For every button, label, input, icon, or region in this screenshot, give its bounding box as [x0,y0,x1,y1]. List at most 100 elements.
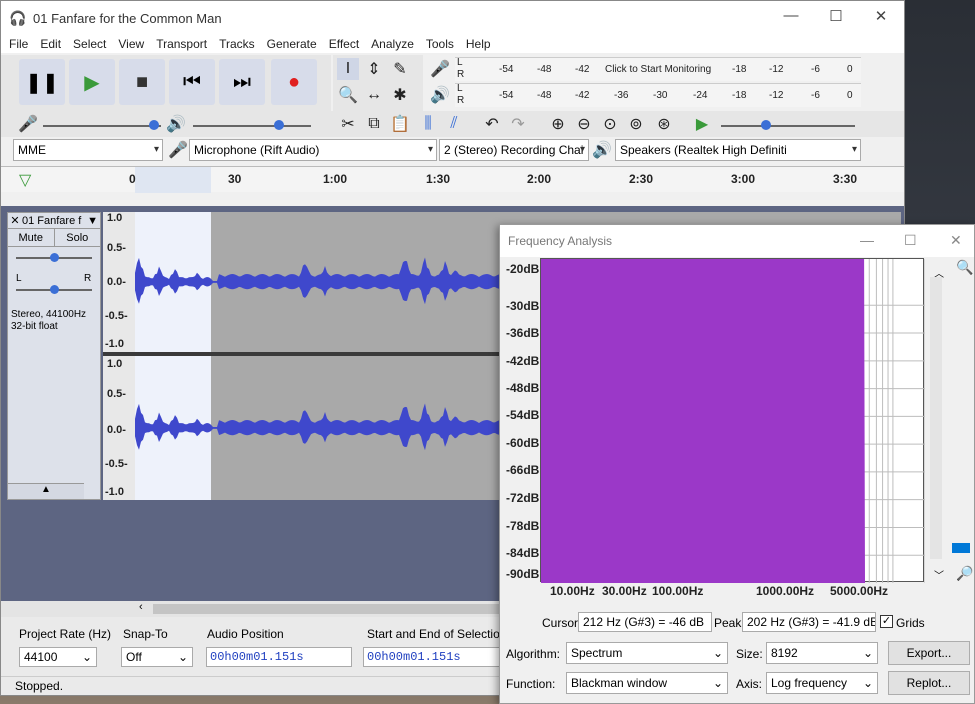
freq-label: 30.00Hz [602,584,647,598]
algorithm-select[interactable]: Spectrum ⌄ [566,642,728,664]
record-meter-icon[interactable]: 🎤 [429,58,451,80]
monitoring-prompt[interactable]: Click to Start Monitoring [605,64,711,75]
close-track-icon[interactable]: ✕ [8,214,22,227]
silence-icon[interactable]: ⫽ [443,113,465,135]
playback-volume-thumb[interactable] [274,120,284,130]
menu-select[interactable]: Select [73,37,106,51]
playback-meter[interactable]: L R -54 -48 -42 -36 -30 -24 -18 -12 -6 0 [455,83,861,107]
menu-help[interactable]: Help [466,37,491,51]
audio-position-field[interactable]: 00h00m01.151s [206,647,352,667]
cut-icon[interactable]: ✂ [337,113,359,135]
zoom-toggle-icon[interactable]: ⊛ [653,113,675,135]
menu-tools[interactable]: Tools [426,37,454,51]
undo-icon[interactable]: ↶ [481,113,503,135]
zoom-in-icon[interactable]: ⊕ [547,113,569,135]
solo-button[interactable]: Solo [55,229,101,246]
scroll-left-icon[interactable]: ‹ [139,601,143,613]
record-button[interactable]: ● [271,59,317,105]
stop-button[interactable]: ■ [119,59,165,105]
meter-tick: 0 [847,64,853,75]
skip-end-button[interactable]: ⏭ [219,59,265,105]
play-at-speed-icon[interactable]: ▶ [691,113,713,135]
size-select[interactable]: 8192 ⌄ [766,642,878,664]
play-speed-thumb[interactable] [761,120,771,130]
meter-tick: -30 [653,90,668,101]
maximize-icon[interactable]: ☐ [904,232,917,249]
paste-icon[interactable]: 📋 [389,113,411,135]
pan-thumb[interactable] [50,285,59,294]
close-icon[interactable]: ✕ [950,232,962,249]
zoom-out-icon[interactable]: 🔎 [956,565,973,582]
envelope-tool-icon[interactable]: ⇕ [363,58,385,80]
record-volume-slider[interactable] [43,125,161,127]
maximize-icon[interactable]: ☐ [816,7,856,25]
scroll-thumb[interactable] [153,604,513,614]
meter-tick: -12 [769,90,784,101]
chevron-down-icon: ⌄ [81,650,92,664]
selection-start-field[interactable]: 00h00m01.151s [363,647,503,667]
export-button[interactable]: Export... [888,641,970,665]
tools-toolbar: I ⇕ ✎ 🔍 ↔ ✱ [333,55,423,111]
window-title: 01 Fanfare for the Common Man [33,10,222,26]
pause-button[interactable]: ❚❚ [19,59,65,105]
zoom-slider-track[interactable] [930,277,942,559]
db-label: -42dB [506,354,540,368]
zoom-slider-thumb[interactable] [952,543,970,553]
menu-transport[interactable]: Transport [156,37,207,51]
zoom-out-icon[interactable]: ⊖ [573,113,595,135]
replot-button[interactable]: Replot... [888,671,970,695]
close-icon[interactable]: ✕ [861,7,901,25]
skip-start-button[interactable]: ⏮ [169,59,215,105]
scroll-down-icon[interactable]: ﹀ [934,567,944,582]
axis-select[interactable]: Log frequency ⌄ [766,672,878,694]
record-meter[interactable]: L R -54 -48 -42 Click to Start Monitorin… [455,57,861,81]
mute-button[interactable]: Mute [8,229,55,246]
menu-view[interactable]: View [118,37,144,51]
menu-generate[interactable]: Generate [267,37,317,51]
multi-tool-icon[interactable]: ✱ [389,84,411,106]
fit-selection-icon[interactable]: ⊙ [599,113,621,135]
headphones-icon: 🎧 [9,10,27,26]
snap-to-select[interactable]: Off ⌄ [121,647,193,667]
audio-position-value: 00h00m01.151s [210,650,304,664]
copy-icon[interactable]: ⧉ [363,113,385,135]
minimize-icon[interactable]: — [771,7,811,24]
project-rate-select[interactable]: 44100 ⌄ [19,647,97,667]
zoom-in-icon[interactable]: 🔍 [956,259,973,276]
menu-file[interactable]: File [9,37,28,51]
recording-channels-select[interactable]: 2 (Stereo) Recording Chai ▾ [439,139,589,161]
menu-effect[interactable]: Effect [329,37,359,51]
track-name[interactable]: 01 Fanfare f [22,215,81,227]
chevron-down-icon: ⌄ [177,650,188,664]
timeshift-tool-icon[interactable]: ↔ [363,84,385,106]
play-button[interactable]: ▶ [69,59,115,105]
audio-host-select[interactable]: MME ▾ [13,139,163,161]
collapse-track-icon[interactable]: ▲ [8,483,84,499]
zoom-tool-icon[interactable]: 🔍 [337,84,359,106]
playback-device-select[interactable]: Speakers (Realtek High Definiti ▾ [615,139,861,161]
redo-icon[interactable]: ↷ [507,113,529,135]
grids-checkbox[interactable]: ✓ [880,615,893,628]
trim-icon[interactable]: ⫼ [417,113,439,135]
record-volume-thumb[interactable] [149,120,159,130]
draw-tool-icon[interactable]: ✎ [389,58,411,80]
selection-range-label: Start and End of Selection [367,627,507,641]
fit-project-icon[interactable]: ⊚ [625,113,647,135]
spectrum-plot[interactable] [540,258,925,583]
timeline-ruler[interactable]: ▽ 0 30 1:00 1:30 2:00 2:30 3:00 3:30 [1,166,904,193]
minimize-icon[interactable]: — [860,232,874,248]
playback-volume-slider[interactable] [193,125,311,127]
function-select[interactable]: Blackman window ⌄ [566,672,728,694]
menu-analyze[interactable]: Analyze [371,37,414,51]
pin-playhead-icon[interactable]: ▽ [19,170,31,190]
freq-label: 5000.00Hz [830,584,889,598]
selection-tool-icon[interactable]: I [337,58,359,80]
recording-device-select[interactable]: Microphone (Rift Audio) ▾ [189,139,437,161]
play-speed-slider[interactable] [721,125,855,127]
playback-meter-icon[interactable]: 🔊 [429,84,451,106]
menu-edit[interactable]: Edit [40,37,61,51]
menu-tracks[interactable]: Tracks [219,37,255,51]
project-rate-label: Project Rate (Hz) [19,627,112,641]
track-menu-chevron-icon[interactable]: ▼ [87,215,100,227]
gain-thumb[interactable] [50,253,59,262]
